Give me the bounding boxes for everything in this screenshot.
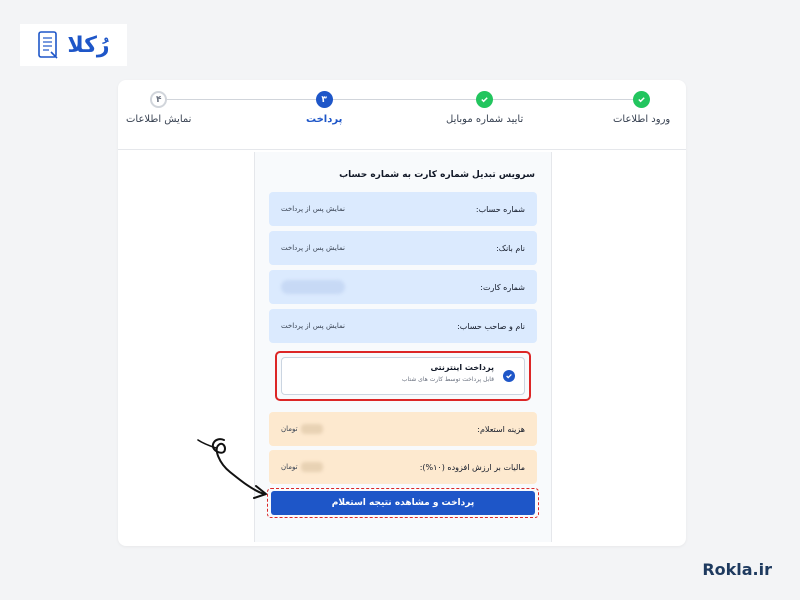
payment-option-online[interactable]: پرداخت اینترنتی قابل پرداخت توسط کارت ها… xyxy=(281,357,525,395)
info-row-owner: نام و صاحب حساب: نمایش پس از پرداخت xyxy=(269,309,537,343)
info-value: نمایش پس از پرداخت xyxy=(281,244,345,252)
info-row-card: شماره کارت: xyxy=(269,270,537,304)
stepper: ورود اطلاعات تایید شماره موبایل ۳ پرداخت… xyxy=(118,80,686,150)
step-number: ۳ xyxy=(315,91,333,108)
step-3: ۳ پرداخت xyxy=(306,91,342,125)
info-row-account: شماره حساب: نمایش پس از پرداخت xyxy=(269,192,537,226)
check-icon xyxy=(633,91,651,108)
step-label: نمایش اطلاعات xyxy=(126,114,192,125)
service-panel: سرویس تبدیل شماره کارت به شماره حساب شما… xyxy=(254,152,552,542)
blurred-amount xyxy=(300,462,323,472)
cost-row-inquiry: هزینه استعلام: تومان xyxy=(269,412,537,446)
info-label: شماره کارت: xyxy=(480,282,525,292)
step-4: ۴ نمایش اطلاعات xyxy=(126,91,191,125)
info-label: نام و صاحب حساب: xyxy=(457,321,525,331)
info-label: شماره حساب: xyxy=(475,204,525,214)
step-label: پرداخت xyxy=(306,114,343,125)
currency-unit: تومان xyxy=(281,463,298,471)
brand-logo: رُکلا xyxy=(20,24,127,66)
panel-title: سرویس تبدیل شماره کارت به شماره حساب xyxy=(339,170,535,180)
cost-row-vat: مالیات بر ارزش افزوده (۱۰%): تومان xyxy=(269,450,537,484)
cost-label: هزینه استعلام: xyxy=(477,424,525,434)
check-icon xyxy=(476,91,494,108)
cost-value: تومان xyxy=(281,424,323,434)
info-label: نام بانک: xyxy=(496,243,525,253)
brand-url[interactable]: Rokla.ir xyxy=(702,560,772,579)
step-1: ورود اطلاعات xyxy=(613,91,670,125)
step-2: تایید شماره موبایل xyxy=(446,91,523,125)
info-value: نمایش پس از پرداخت xyxy=(281,205,345,213)
cost-label: مالیات بر ارزش افزوده (۱۰%): xyxy=(419,462,525,472)
radio-checked-icon[interactable] xyxy=(503,370,515,382)
blurred-card-number xyxy=(281,280,345,294)
payment-subtitle: قابل پرداخت توسط کارت های شتاب xyxy=(401,376,494,383)
blurred-amount xyxy=(300,424,323,434)
document-icon xyxy=(38,31,58,59)
info-row-bank: نام بانک: نمایش پس از پرداخت xyxy=(269,231,537,265)
cost-value: تومان xyxy=(281,462,323,472)
step-label: تایید شماره موبایل xyxy=(446,114,524,125)
step-label: ورود اطلاعات xyxy=(613,114,671,125)
hand-drawn-arrow-icon xyxy=(197,438,267,499)
stepper-line xyxy=(158,99,648,100)
pay-and-view-button[interactable]: پرداخت و مشاهده نتیجه استعلام xyxy=(271,491,535,515)
currency-unit: تومان xyxy=(281,425,298,433)
step-number: ۴ xyxy=(150,91,168,108)
info-value: نمایش پس از پرداخت xyxy=(281,322,345,330)
payment-title: پرداخت اینترنتی xyxy=(430,363,494,372)
logo-text: رُکلا xyxy=(67,32,110,58)
